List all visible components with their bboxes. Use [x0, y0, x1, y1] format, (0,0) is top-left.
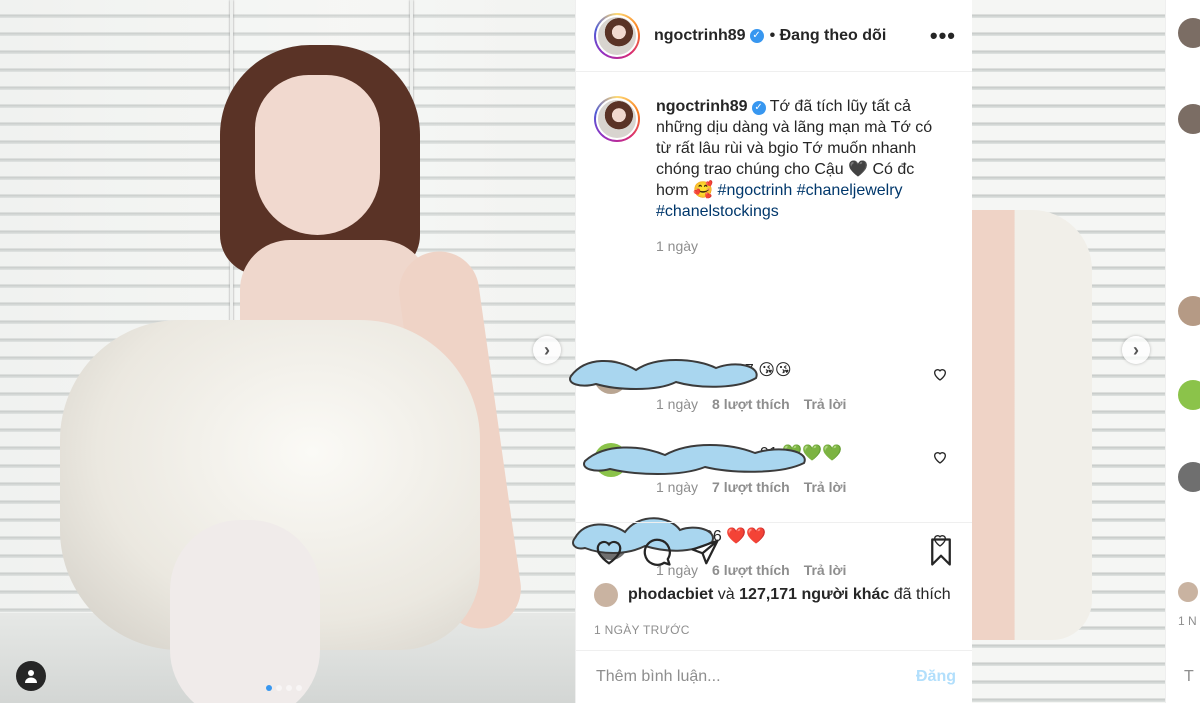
post-photo[interactable]: › — [0, 0, 575, 703]
redaction-scribble — [569, 359, 758, 390]
like-comment-heart-icon[interactable] — [932, 449, 948, 465]
commenter-avatar — [1178, 462, 1200, 492]
next-photo-button[interactable]: › — [1122, 336, 1150, 364]
post-detail-panel: ngoctrinh89 ✓ • Đang theo dõi ••• ngoctr… — [569, 0, 972, 703]
like-heart-icon[interactable] — [594, 537, 624, 567]
chevron-right-icon: › — [1133, 339, 1139, 360]
liker-avatar[interactable] — [594, 583, 618, 607]
post-comment-button[interactable]: Đăng — [916, 668, 956, 686]
likes-suffix: đã thích — [893, 586, 951, 603]
verified-icon: ✓ — [749, 28, 764, 43]
hashtag-link[interactable]: #chaneljewelry — [797, 182, 903, 199]
comment-bubble-icon[interactable] — [642, 537, 672, 567]
face — [255, 75, 380, 235]
comment-time[interactable]: 1 ngày — [656, 479, 698, 495]
reply-button[interactable]: Trả lời — [804, 396, 847, 412]
caption-username[interactable]: ngoctrinh89 — [656, 98, 748, 115]
author-username[interactable]: ngoctrinh89 — [654, 27, 746, 45]
hashtag-link[interactable]: #ngoctrinh — [718, 182, 793, 199]
author-avatar — [1178, 18, 1200, 48]
caption-time[interactable]: 1 ngày — [656, 238, 956, 254]
caption-text: ngoctrinh89 ✓ Tớ đã tích lũy tất cả những… — [656, 96, 951, 222]
like-comment-heart-icon[interactable] — [932, 366, 948, 382]
reply-button[interactable]: Trả lời — [804, 479, 847, 495]
post-actions: phodacbiet và 127,171 người khác đã thíc… — [576, 522, 972, 637]
model-figure — [972, 210, 1092, 640]
bookmark-save-icon[interactable] — [926, 537, 956, 567]
model-figure — [40, 20, 527, 703]
post-date: 1 N — [1178, 614, 1197, 628]
next-post-panel: 1 N T — [1165, 0, 1200, 703]
comment-input[interactable] — [596, 668, 916, 686]
carousel-dot — [296, 685, 302, 691]
comment-item: 97 😘😘 1 ngày 8 lượt thích Trả lời — [569, 359, 954, 412]
likes-summary: phodacbiet và 127,171 người khác đã thíc… — [594, 583, 956, 607]
share-send-icon[interactable] — [690, 537, 720, 567]
commenter-avatar — [1178, 296, 1200, 326]
likes-count-link[interactable]: 127,171 người khác — [739, 586, 889, 604]
author-avatar[interactable] — [594, 12, 640, 59]
author-avatar — [1178, 104, 1200, 134]
carousel-dots — [266, 685, 302, 691]
verified-icon: ✓ — [751, 100, 766, 115]
tagged-users-button[interactable] — [16, 661, 46, 691]
author-avatar[interactable] — [594, 96, 640, 142]
post-date[interactable]: 1 NGÀY TRƯỚC — [594, 623, 956, 637]
carousel-dot — [276, 685, 282, 691]
liker-avatar — [1178, 582, 1198, 602]
likes-connector: và — [717, 586, 735, 603]
leg-stocking — [170, 520, 320, 703]
next-photo-button[interactable]: › — [533, 336, 561, 364]
post-header: ngoctrinh89 ✓ • Đang theo dõi ••• — [576, 0, 972, 72]
hashtag-link[interactable]: #chanelstockings — [656, 203, 779, 220]
comment-item: 91 💚💚💚 1 ngày 7 lượt thích Trả lời — [583, 443, 954, 495]
comment-likes[interactable]: 8 lượt thích — [712, 396, 790, 412]
caption: ngoctrinh89 ✓ Tớ đã tích lũy tất cả những… — [594, 96, 956, 222]
chevron-right-icon: › — [544, 339, 550, 360]
comment-likes[interactable]: 7 lượt thích — [712, 479, 790, 495]
user-icon — [25, 670, 37, 683]
carousel-dot — [266, 685, 272, 691]
follow-status[interactable]: • Đang theo dõi — [770, 27, 887, 45]
comment-time[interactable]: 1 ngày — [656, 396, 698, 412]
more-options-icon[interactable]: ••• — [930, 24, 956, 47]
carousel-dot — [286, 685, 292, 691]
next-post-preview[interactable]: › 1 N T — [972, 0, 1200, 703]
comment-input-partial: T — [1184, 668, 1194, 685]
commenter-avatar — [1178, 380, 1200, 410]
liker-username[interactable]: phodacbiet — [628, 586, 713, 604]
comments-section: ngoctrinh89 ✓ Tớ đã tích lũy tất cả những… — [569, 72, 972, 578]
redaction-scribble — [583, 444, 806, 475]
add-comment-bar: Đăng — [576, 650, 972, 703]
